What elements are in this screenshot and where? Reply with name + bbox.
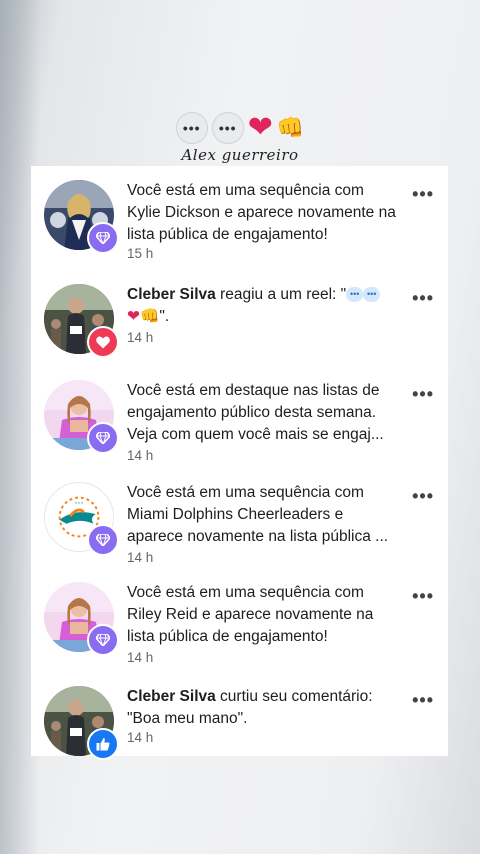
notification-time: 15 h xyxy=(127,246,154,261)
notification-time: 14 h xyxy=(127,550,154,565)
notification-list: Você está em uma sequência com Kylie Dic… xyxy=(31,166,448,760)
more-options-icon[interactable]: ••• xyxy=(412,690,434,711)
notification-time: 14 h xyxy=(127,330,154,345)
notification-text: Você está em uma sequência com Miami Dol… xyxy=(127,484,389,545)
more-options-icon[interactable]: ••• xyxy=(412,486,434,507)
notification-time: 14 h xyxy=(127,730,154,745)
heart-icon: ❤ xyxy=(247,111,273,144)
more-options-icon[interactable]: ••• xyxy=(412,184,434,205)
diamond-icon xyxy=(87,524,119,556)
diamond-icon xyxy=(87,624,119,656)
notification-item[interactable]: Você está em destaque nas listas de enga… xyxy=(31,366,448,466)
more-options-icon[interactable]: ••• xyxy=(412,384,434,405)
notification-item[interactable]: • • • Você está em uma sequência com Mia… xyxy=(31,468,448,568)
notification-time: 14 h xyxy=(127,650,154,665)
more-options-icon[interactable]: ••• xyxy=(412,288,434,309)
notification-text: Cleber Silva curtiu seu comentário: "Boa… xyxy=(127,686,399,730)
heart-icon: ❤ xyxy=(127,308,140,325)
heart-icon xyxy=(87,326,119,358)
notification-text: Cleber Silva reagiu a um reel: " ••• ••• ❤👊… xyxy=(127,284,399,328)
notification-text: Você está em destaque nas listas de enga… xyxy=(127,382,384,443)
signature: Alex guerreiro xyxy=(181,146,299,164)
typing-bubble-icon: ••• xyxy=(175,112,208,144)
diamond-icon xyxy=(87,222,119,254)
notification-item[interactable]: Você está em uma sequência com Riley Rei… xyxy=(31,568,448,668)
typing-bubble-icon: ••• xyxy=(346,287,364,303)
thumbs-up-icon xyxy=(87,728,119,760)
diamond-icon xyxy=(87,422,119,454)
notification-item[interactable]: Cleber Silva reagiu a um reel: " ••• ••• ❤👊… xyxy=(31,270,448,370)
notification-body: reagiu a um reel: " xyxy=(215,286,347,303)
notification-suffix: ". xyxy=(159,308,170,325)
notification-text: Você está em uma sequência com Kylie Dic… xyxy=(127,182,396,243)
svg-text:• • •: • • • xyxy=(75,501,83,506)
emoji-row: ••• ••• ❤ 👊 xyxy=(0,112,480,144)
typing-bubble-icon: ••• xyxy=(363,287,381,303)
fist-icon: 👊 xyxy=(276,115,305,140)
more-options-icon[interactable]: ••• xyxy=(412,586,434,607)
fist-icon: 👊 xyxy=(140,308,160,325)
typing-bubble-icon: ••• xyxy=(211,112,244,144)
notification-item[interactable]: Você está em uma sequência com Kylie Dic… xyxy=(31,166,448,266)
notification-item[interactable]: Cleber Silva curtiu seu comentário: "Boa… xyxy=(31,672,448,772)
notification-text: Você está em uma sequência com Riley Rei… xyxy=(127,584,374,645)
notification-time: 14 h xyxy=(127,448,154,463)
overlay-header: ••• ••• ❤ 👊 Alex guerreiro xyxy=(0,112,480,164)
actor-name[interactable]: Cleber Silva xyxy=(127,688,216,705)
actor-name[interactable]: Cleber Silva xyxy=(127,286,216,303)
